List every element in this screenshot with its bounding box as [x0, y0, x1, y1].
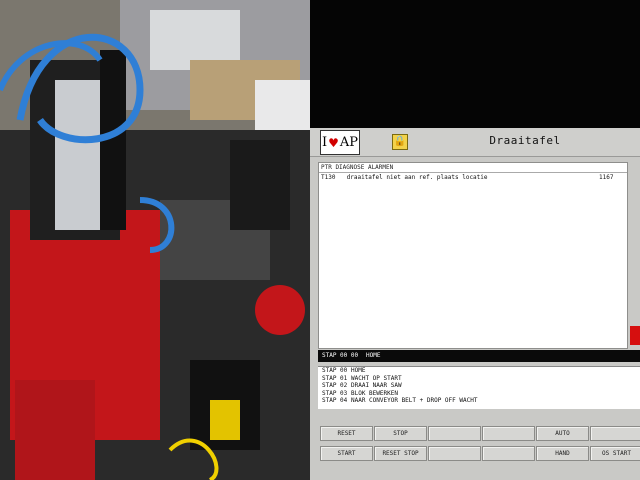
reset-button[interactable]: RESET: [320, 426, 373, 441]
hmi-panel: I ♥ AP 🔒 Draaitafel PTR DIAGNOSE ALARMEN…: [310, 128, 640, 480]
list-item: STAP 03 BLOK BEWERKEN: [322, 389, 398, 397]
logo-ap: AP: [339, 135, 359, 150]
blank-button-1[interactable]: [428, 426, 481, 441]
hmi-header: I ♥ AP 🔒 Draaitafel: [310, 128, 640, 157]
step-status-bar: STAP 00 00 HOME: [318, 350, 640, 362]
page-title: Draaitafel: [489, 134, 561, 147]
alarm-indicator: [630, 326, 640, 345]
top-black-area: [310, 0, 640, 128]
hand-button[interactable]: HAND: [536, 446, 589, 461]
button-row-1: RESET STOP AUTO: [318, 426, 640, 441]
os-start-button[interactable]: OS START: [590, 446, 640, 461]
list-item: STAP 00 HOME: [322, 367, 366, 374]
alarm-code: T130: [321, 174, 336, 181]
blank-button-3[interactable]: [590, 426, 640, 441]
step-value: STAP 00 00: [322, 352, 359, 359]
list-item: STAP 04 NAAR CONVEYOR BELT + DROP OFF WAC…: [322, 397, 478, 405]
list-item: STAP 02 DRAAI NAAR SAW: [322, 382, 402, 390]
button-row-2: START RESET STOP HAND OS START: [318, 446, 640, 461]
stop-button[interactable]: STOP: [374, 426, 427, 441]
alarm-header: PTR DIAGNOSE ALARMEN: [319, 163, 627, 173]
lock-icon[interactable]: 🔒: [392, 134, 408, 150]
blank-button-4[interactable]: [428, 446, 481, 461]
alarm-row[interactable]: T130 draaitafel niet aan ref. plaats loc…: [319, 173, 627, 182]
start-button[interactable]: START: [320, 446, 373, 461]
step-list: STAP 00 HOME STAP 01 WACHT OP START STAP 0…: [318, 366, 640, 409]
heart-icon: ♥: [328, 135, 339, 150]
auto-button[interactable]: AUTO: [536, 426, 589, 441]
blank-button-2[interactable]: [482, 426, 535, 441]
reset-stop-button[interactable]: RESET STOP: [374, 446, 427, 461]
list-item: STAP 01 WACHT OP START: [322, 374, 402, 382]
blank-button-5[interactable]: [482, 446, 535, 461]
machine-photo: [0, 0, 310, 480]
alarm-number: 1167: [599, 174, 614, 181]
alarm-panel[interactable]: PTR DIAGNOSE ALARMEN T130 draaitafel nie…: [318, 162, 628, 349]
logo: I ♥ AP: [320, 130, 360, 155]
step-name: HOME: [366, 352, 381, 359]
machine-photo-illustration: [0, 0, 310, 480]
logo-i: I: [321, 135, 328, 150]
alarm-text: draaitafel niet aan ref. plaats locatie: [346, 174, 488, 181]
